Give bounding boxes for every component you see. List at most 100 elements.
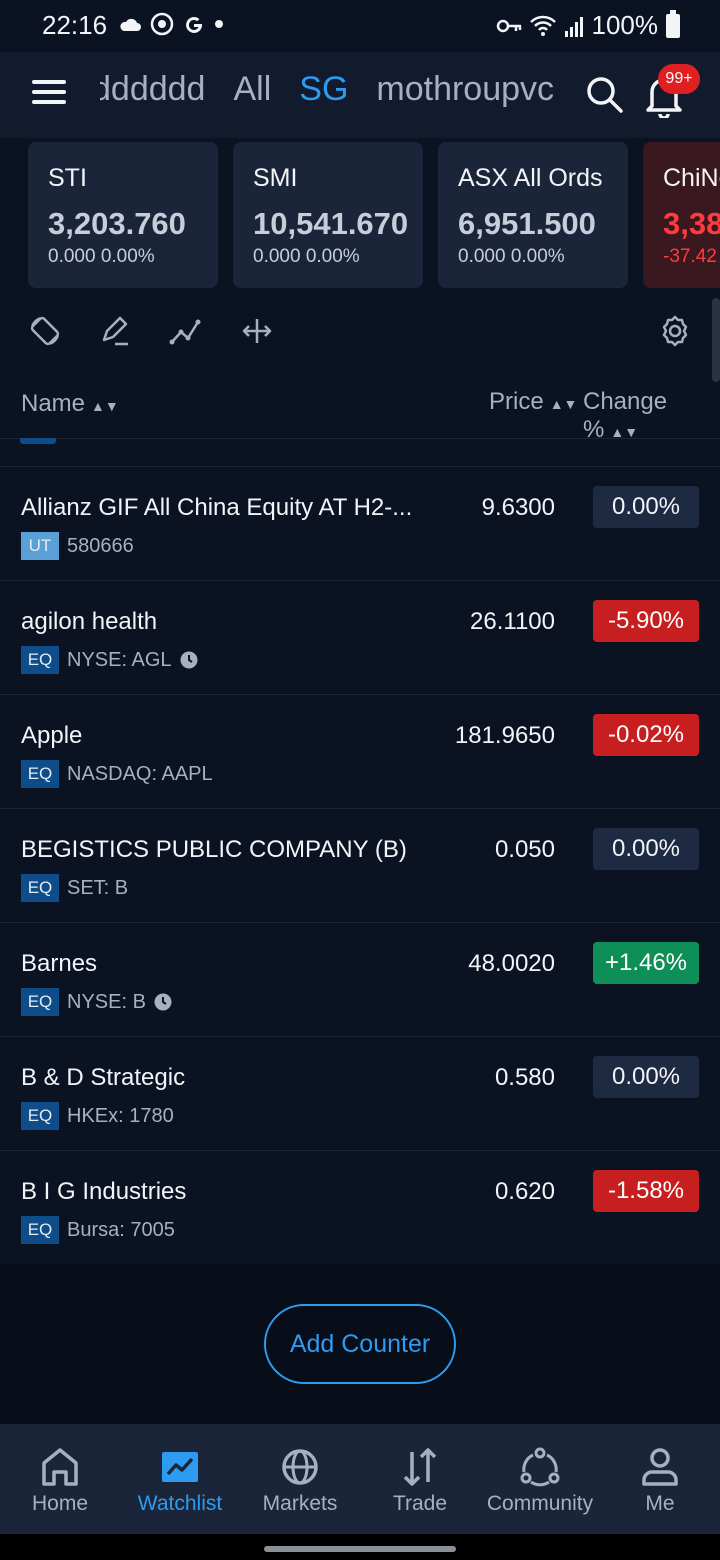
- trend-line-icon[interactable]: [168, 314, 202, 348]
- nav-community[interactable]: Community: [480, 1424, 600, 1534]
- compass-icon: [150, 12, 174, 36]
- index-name: ChiNe: [663, 164, 720, 192]
- nav-trade[interactable]: Trade: [360, 1424, 480, 1534]
- index-change: 0.000 0.00%: [458, 246, 565, 267]
- counter-name: B & D Strategic: [21, 1064, 186, 1091]
- table-row[interactable]: agilon health EQ NYSE: AGL 26.1100 -5.90…: [0, 580, 720, 695]
- type-tag: EQ: [21, 646, 59, 674]
- counter-meta: EQ NYSE: B: [21, 988, 172, 1016]
- type-tag: UT: [21, 532, 59, 560]
- sort-arrows-icon: ▲▼: [549, 396, 578, 412]
- nav-markets[interactable]: Markets: [240, 1424, 360, 1534]
- index-change: -37.42: [663, 246, 717, 267]
- community-icon: [520, 1447, 560, 1487]
- cloud-icon: [120, 18, 141, 31]
- battery-icon: [666, 9, 680, 38]
- tab-all[interactable]: All: [233, 70, 271, 109]
- bottom-navigation: Home Watchlist Markets Trade Community M…: [0, 1424, 720, 1534]
- nav-me[interactable]: Me: [600, 1424, 720, 1534]
- search-icon[interactable]: [584, 74, 624, 114]
- watchlist-icon: [162, 1452, 198, 1482]
- counter-meta: EQ SET: B: [21, 874, 128, 902]
- counter-code: NYSE: B: [67, 990, 146, 1013]
- index-card-smi[interactable]: SMI 10,541.670 0.000 0.00%: [233, 142, 423, 288]
- counter-price: 0.050: [494, 836, 555, 863]
- add-counter-button[interactable]: Add Counter: [264, 1304, 456, 1384]
- watchlist-tabs: dddddd All SG mothroupvc: [100, 70, 568, 120]
- table-row[interactable]: B I G Industries EQ Bursa: 7005 0.620 -1…: [0, 1150, 720, 1264]
- change-badge: -5.90%: [593, 600, 699, 642]
- edit-pencil-icon[interactable]: [98, 314, 132, 348]
- sort-by-name[interactable]: Name ▲▼: [21, 390, 119, 418]
- counter-name: BEGISTICS PUBLIC COMPANY (B): [21, 836, 407, 863]
- change-badge: -0.02%: [593, 714, 699, 756]
- watchlist-toolbar: [0, 298, 720, 366]
- counter-price: 0.580: [494, 1064, 555, 1091]
- partially-hidden-row[interactable]: [0, 438, 720, 467]
- watchlist[interactable]: Allianz GIF All China Equity AT H2-... U…: [0, 438, 720, 1264]
- google-icon: [186, 16, 203, 33]
- type-tag: EQ: [21, 988, 59, 1016]
- tab-mothroupvc[interactable]: mothroupvc: [376, 70, 554, 109]
- sort-by-change[interactable]: Change % ▲▼: [583, 388, 720, 444]
- counter-name: B I G Industries: [21, 1178, 187, 1205]
- index-change: 0.000 0.00%: [253, 246, 360, 267]
- counter-code: Bursa: 7005: [67, 1218, 175, 1241]
- dot-icon: [215, 20, 223, 28]
- table-row[interactable]: Barnes EQ NYSE: B 48.0020 +1.46%: [0, 922, 720, 1037]
- status-time: 22:16: [42, 10, 108, 40]
- counter-code: 580666: [67, 534, 134, 557]
- type-tag: EQ: [21, 1102, 59, 1130]
- nav-label: Trade: [392, 1492, 448, 1515]
- clock-icon: [180, 651, 197, 669]
- menu-icon[interactable]: [32, 80, 66, 104]
- counter-code: SET: B: [67, 876, 129, 899]
- key-icon: [496, 19, 521, 32]
- resize-columns-icon[interactable]: [240, 314, 274, 348]
- tab-dddddd[interactable]: dddddd: [100, 70, 205, 109]
- home-icon: [42, 1448, 78, 1486]
- nav-home[interactable]: Home: [0, 1424, 120, 1534]
- table-row[interactable]: B & D Strategic EQ HKEx: 1780 0.580 0.00…: [0, 1036, 720, 1151]
- change-badge: 0.00%: [593, 828, 699, 870]
- counter-price: 9.6300: [481, 494, 555, 521]
- type-tag: EQ: [21, 874, 59, 902]
- table-row[interactable]: Apple EQ NASDAQ: AAPL 181.9650 -0.02%: [0, 694, 720, 809]
- nav-watchlist[interactable]: Watchlist: [120, 1424, 240, 1534]
- add-counter-area: Add Counter: [0, 1264, 720, 1424]
- settings-gear-icon[interactable]: [658, 314, 692, 348]
- counter-price: 181.9650: [454, 722, 555, 749]
- table-row[interactable]: BEGISTICS PUBLIC COMPANY (B) EQ SET: B 0…: [0, 808, 720, 923]
- counter-meta: EQ NYSE: AGL: [21, 646, 198, 674]
- index-card-china[interactable]: ChiNe 3,38 -37.42: [643, 142, 720, 288]
- index-price: 3,203.760: [48, 206, 186, 241]
- type-tag: [20, 438, 56, 444]
- nav-label: Watchlist: [137, 1492, 223, 1515]
- index-name: STI: [48, 164, 87, 192]
- counter-meta: EQ NASDAQ: AAPL: [21, 760, 213, 788]
- change-badge: 0.00%: [593, 1056, 699, 1098]
- counter-meta: EQ Bursa: 7005: [21, 1216, 175, 1244]
- table-row[interactable]: Allianz GIF All China Equity AT H2-... U…: [0, 466, 720, 581]
- notification-badge: 99+: [658, 64, 700, 94]
- status-bar: 22:16 100%: [0, 0, 720, 52]
- sort-by-price[interactable]: Price ▲▼: [489, 388, 577, 416]
- nav-label: Community: [486, 1492, 594, 1515]
- nav-label: Me: [645, 1492, 675, 1515]
- counter-meta: EQ HKEx: 1780: [21, 1102, 174, 1130]
- sort-arrows-icon: ▲▼: [91, 398, 119, 414]
- signal-icon: [564, 16, 583, 37]
- index-card-sti[interactable]: STI 3,203.760 0.000 0.00%: [28, 142, 218, 288]
- counter-code: NYSE: AGL: [67, 648, 172, 671]
- rotate-screen-icon[interactable]: [28, 314, 62, 348]
- status-notification-icons: [118, 12, 224, 36]
- counter-price: 0.620: [494, 1178, 555, 1205]
- index-price: 3,38: [663, 206, 720, 241]
- battery-percent: 100%: [591, 10, 659, 40]
- tab-sg[interactable]: SG: [299, 70, 348, 109]
- index-carousel[interactable]: STI 3,203.760 0.000 0.00% SMI 10,541.670…: [0, 138, 720, 298]
- counter-name: Allianz GIF All China Equity AT H2-...: [21, 494, 411, 521]
- counter-price: 26.1100: [470, 608, 555, 635]
- home-gesture-bar[interactable]: [264, 1546, 456, 1552]
- index-card-asx-all-ords[interactable]: ASX All Ords 6,951.500 0.000 0.00%: [438, 142, 628, 288]
